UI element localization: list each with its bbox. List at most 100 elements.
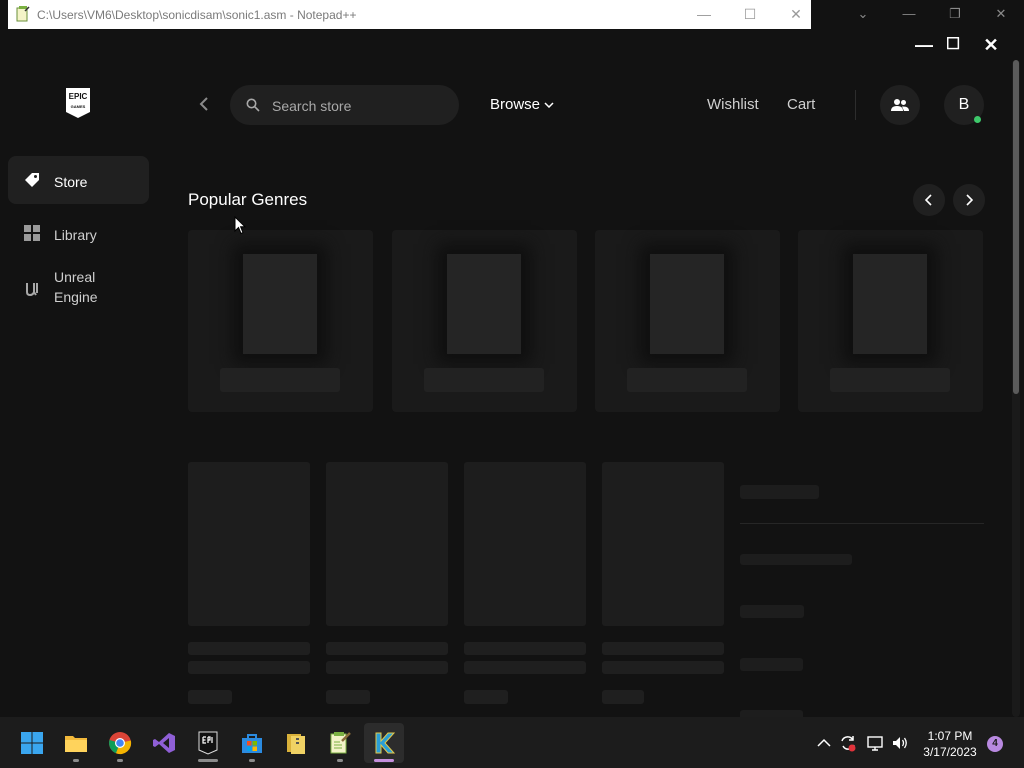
clock-date: 3/17/2023 <box>923 745 977 759</box>
visual-studio-icon <box>153 733 175 753</box>
epic-games-logo[interactable]: EPIC GAMES <box>65 87 91 119</box>
game-tile-placeholder[interactable] <box>326 462 448 626</box>
taskbar-microsoft-store[interactable] <box>232 723 272 763</box>
sidebar-item-library[interactable]: Library <box>8 209 149 257</box>
taskbar-epic-games[interactable] <box>188 723 228 763</box>
epic-close-button[interactable]: ✕ <box>978 33 1004 57</box>
taskbar-visual-studio[interactable] <box>144 723 184 763</box>
notepad-plus-plus-icon <box>330 732 351 754</box>
sidebar-item-store[interactable]: Store <box>8 156 149 204</box>
outer-close-button[interactable]: ✕ <box>986 2 1016 26</box>
epic-launcher-window: — ☐ ✕ EPIC GAMES Store Library Unreal En… <box>0 29 1024 717</box>
taskbar-file-explorer[interactable] <box>56 723 96 763</box>
running-indicator <box>198 759 218 762</box>
grid-icon <box>24 225 40 241</box>
game-tile-placeholder[interactable] <box>188 462 310 626</box>
chevron-up-icon[interactable] <box>815 734 833 752</box>
game-tile-placeholder[interactable] <box>602 462 724 626</box>
taskbar: 1:07 PM 3/17/2023 4 <box>0 717 1024 768</box>
chrome-icon <box>109 732 132 755</box>
chevron-down-icon[interactable]: ⌄ <box>848 2 878 26</box>
epic-maximize-button[interactable]: ☐ <box>940 33 966 57</box>
search-icon <box>246 98 260 112</box>
tile-text-placeholder <box>326 661 448 674</box>
mouse-cursor-icon <box>234 216 246 235</box>
logo-text-games: GAMES <box>70 104 86 109</box>
epic-minimize-button[interactable]: — <box>911 33 937 57</box>
game-tile-placeholder[interactable] <box>464 462 586 626</box>
sidebar-item-label: Store <box>54 174 88 190</box>
avatar-button[interactable]: B <box>944 85 984 125</box>
taskbar-clock[interactable]: 1:07 PM 3/17/2023 <box>916 728 984 760</box>
taskbar-start-button[interactable] <box>12 723 52 763</box>
genre-art-placeholder <box>650 254 724 354</box>
scrollbar-thumb[interactable] <box>1013 60 1019 394</box>
network-icon[interactable] <box>866 734 884 752</box>
cart-link[interactable]: Cart <box>787 96 815 113</box>
sidebar: EPIC GAMES Store Library Unreal Engine <box>0 29 160 717</box>
taskbar-k-app[interactable] <box>364 723 404 763</box>
notepad-window-title: C:\Users\VM6\Desktop\sonicdisam\sonic1.a… <box>37 8 357 22</box>
list-divider <box>740 523 984 524</box>
volume-icon[interactable] <box>891 734 909 752</box>
running-indicator <box>374 759 394 762</box>
file-explorer-icon <box>65 736 87 752</box>
list-item-placeholder <box>740 658 803 671</box>
running-indicator <box>117 759 123 762</box>
notepad-plus-plus-icon <box>16 6 30 22</box>
back-arrow-icon[interactable] <box>199 97 209 111</box>
taskbar-archive-app[interactable] <box>276 723 316 763</box>
genre-label-placeholder <box>424 368 544 392</box>
tile-text-placeholder <box>326 642 448 655</box>
taskbar-chrome[interactable] <box>100 723 140 763</box>
sidebar-item-label: Unreal Engine <box>54 269 98 305</box>
k-app-icon <box>375 732 396 754</box>
taskbar-notepad-plus-plus[interactable] <box>320 723 360 763</box>
carousel-next-button[interactable] <box>953 184 985 216</box>
sync-icon[interactable] <box>839 734 857 752</box>
section-title: Popular Genres <box>188 190 308 209</box>
notepad-close-button[interactable]: ✕ <box>785 4 807 24</box>
genre-card[interactable] <box>392 230 577 412</box>
running-indicator <box>73 759 79 762</box>
wishlist-link[interactable]: Wishlist <box>707 96 759 113</box>
notification-badge[interactable]: 4 <box>987 736 1003 752</box>
unreal-icon <box>26 283 38 297</box>
online-status-dot <box>974 116 981 123</box>
sidebar-item-label: Library <box>54 227 97 243</box>
list-item-placeholder <box>740 554 852 565</box>
logo-text-epic: EPIC <box>68 92 88 101</box>
tile-price-placeholder <box>602 690 644 704</box>
tile-text-placeholder <box>188 661 310 674</box>
outer-minimize-button[interactable]: — <box>894 2 924 26</box>
tile-text-placeholder <box>188 642 310 655</box>
topbar-divider <box>855 90 856 120</box>
chevron-down-icon <box>544 101 554 108</box>
notepad-title-bar[interactable]: C:\Users\VM6\Desktop\sonicdisam\sonic1.a… <box>8 0 811 29</box>
genre-card[interactable] <box>188 230 373 412</box>
search-input[interactable] <box>270 95 444 117</box>
genre-label-placeholder <box>627 368 747 392</box>
genre-art-placeholder <box>243 254 317 354</box>
search-box[interactable] <box>230 85 459 125</box>
carousel-prev-button[interactable] <box>913 184 945 216</box>
tile-text-placeholder <box>602 642 724 655</box>
tile-text-placeholder <box>602 661 724 674</box>
clock-time: 1:07 PM <box>927 729 973 743</box>
outer-restore-button[interactable]: ❐ <box>940 2 970 26</box>
list-item-placeholder <box>740 605 804 618</box>
notepad-minimize-button[interactable]: — <box>693 4 715 24</box>
archive-icon <box>287 734 305 754</box>
avatar-initial: B <box>958 96 970 113</box>
friends-button[interactable] <box>880 85 920 125</box>
genre-card[interactable] <box>595 230 780 412</box>
tile-text-placeholder <box>464 642 586 655</box>
sidebar-item-unreal-engine[interactable]: Unreal Engine <box>8 262 149 316</box>
genre-art-placeholder <box>447 254 521 354</box>
chevron-left-icon <box>925 194 932 206</box>
genre-card[interactable] <box>798 230 983 412</box>
notepad-maximize-button[interactable]: ☐ <box>739 4 761 24</box>
scrollbar[interactable] <box>1012 60 1020 717</box>
friends-icon <box>891 99 909 111</box>
browse-dropdown[interactable]: Browse <box>490 96 554 113</box>
